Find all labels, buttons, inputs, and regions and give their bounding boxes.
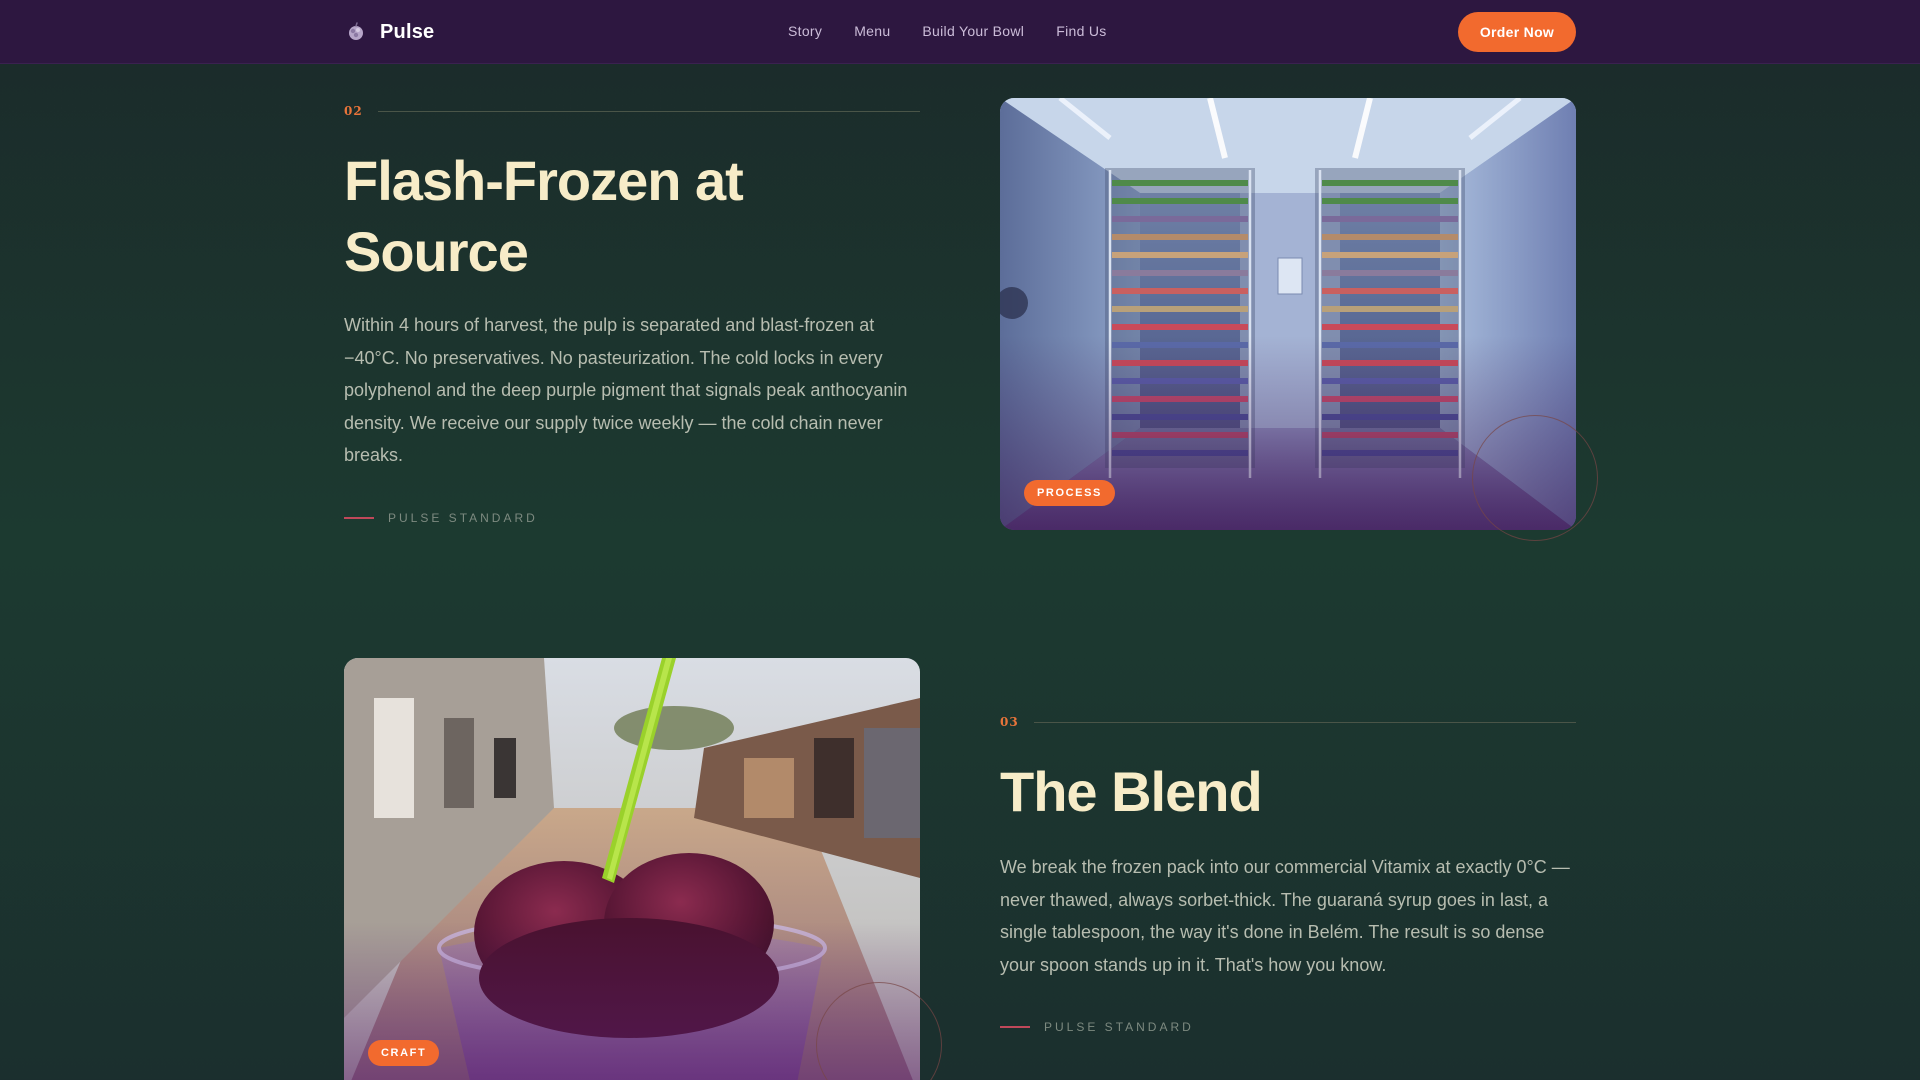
section-title-line-2: Source — [344, 220, 529, 283]
order-now-button[interactable]: Order Now — [1458, 12, 1576, 52]
craft-badge: CRAFT — [368, 1040, 440, 1066]
section-divider — [1034, 722, 1576, 723]
brand-name: Pulse — [380, 20, 435, 43]
top-navbar: Pulse Story Menu Build Your Bowl Find Us… — [0, 0, 1920, 64]
pulse-standard-label: PULSE STANDARD — [388, 511, 538, 525]
pulse-standard-tag: PULSE STANDARD — [1000, 1020, 1194, 1034]
brand-logo[interactable]: Pulse — [344, 20, 434, 44]
nav-link-build-your-bowl[interactable]: Build Your Bowl — [922, 23, 1024, 39]
acai-berry-icon — [349, 22, 363, 40]
section-number: 02 — [344, 104, 363, 118]
accent-line — [344, 517, 374, 519]
accent-line — [1000, 1026, 1030, 1028]
section-title: Flash-Frozen at Source — [344, 145, 924, 287]
pulse-standard-label: PULSE STANDARD — [1044, 1020, 1194, 1034]
section-title: The Blend — [1000, 760, 1263, 823]
section-divider — [378, 111, 920, 112]
process-badge: PROCESS — [1024, 480, 1115, 506]
decorative-ring — [1472, 415, 1598, 541]
section-body: Within 4 hours of harvest, the pulp is s… — [344, 315, 908, 465]
section-title-line-1: Flash-Frozen at — [344, 149, 744, 212]
section-body: We break the frozen pack into our commer… — [1000, 857, 1570, 975]
nav-link-find-us[interactable]: Find Us — [1056, 23, 1106, 39]
pulse-standard-tag: PULSE STANDARD — [344, 511, 538, 525]
section-number: 03 — [1000, 715, 1019, 729]
nav-link-menu[interactable]: Menu — [854, 23, 890, 39]
nav-link-story[interactable]: Story — [788, 23, 822, 39]
main-nav: Story Menu Build Your Bowl Find Us — [788, 23, 1107, 39]
